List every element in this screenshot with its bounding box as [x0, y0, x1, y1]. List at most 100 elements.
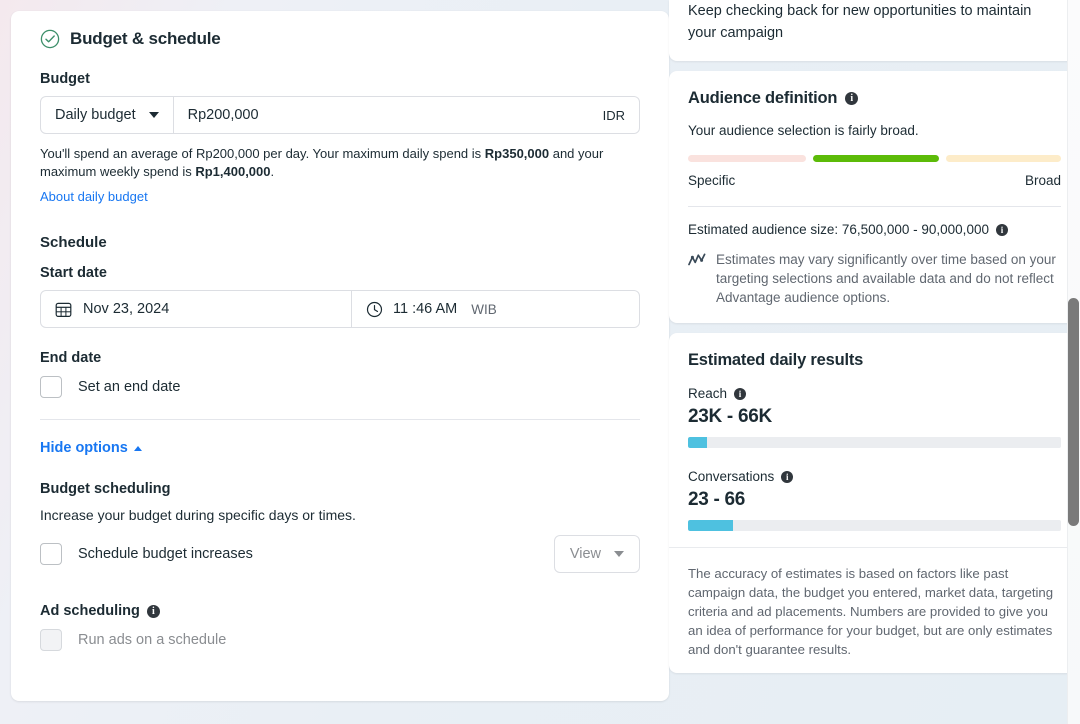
budget-label: Budget	[40, 71, 90, 87]
audience-definition-header: Audience definition i	[688, 89, 1061, 108]
run-ads-schedule-label: Run ads on a schedule	[78, 632, 227, 648]
set-end-date-label: Set an end date	[78, 379, 181, 395]
set-end-date-checkbox[interactable]	[40, 376, 62, 398]
start-time-field[interactable]: 11 :46 AM WIB	[352, 291, 639, 327]
audience-description: Your audience selection is fairly broad.	[688, 123, 919, 138]
audience-divider	[688, 206, 1061, 207]
section-divider	[40, 419, 640, 420]
budget-type-value: Daily budget	[55, 107, 136, 123]
info-icon[interactable]: i	[734, 387, 747, 400]
run-ads-schedule-checkbox	[40, 629, 62, 651]
chevron-down-icon	[614, 551, 624, 557]
metric-conversations-label-row: Conversations i	[688, 469, 1061, 484]
hide-options-toggle[interactable]: Hide options	[40, 440, 142, 456]
budget-amount-field[interactable]: Rp200,000 IDR	[174, 97, 639, 133]
timezone-label: WIB	[471, 301, 497, 317]
daily-results-title: Estimated daily results	[688, 351, 864, 369]
helper-max-daily: Rp350,000	[484, 146, 550, 161]
schedule-heading: Schedule	[40, 234, 107, 251]
schedule-budget-increases-row[interactable]: Schedule budget increases	[40, 543, 253, 565]
campaign-note-text: Keep checking back for new opportunities…	[688, 3, 1032, 41]
budget-scheduling-heading: Budget scheduling	[40, 481, 171, 497]
meter-label-specific: Specific	[688, 173, 736, 188]
end-date-label: End date	[40, 350, 102, 366]
audience-size-row: Estimated audience size: 76,500,000 - 90…	[688, 222, 1061, 237]
right-column: Keep checking back for new opportunities…	[669, 0, 1080, 673]
budget-schedule-card: Budget & schedule Budget Daily budget Rp…	[11, 11, 669, 701]
info-icon[interactable]: i	[781, 470, 794, 483]
currency-label: IDR	[602, 107, 625, 123]
estimate-note-row: Estimates may vary significantly over ti…	[688, 250, 1061, 307]
page-scrollbar-track[interactable]	[1067, 0, 1080, 724]
estimate-note-text: Estimates may vary significantly over ti…	[716, 252, 1056, 305]
metric-reach-label-row: Reach i	[688, 386, 1061, 401]
chevron-down-icon	[148, 112, 159, 118]
start-time-value: 11 :46 AM	[393, 301, 458, 317]
audience-definition-card: Audience definition i Your audience sele…	[669, 71, 1080, 323]
audience-meter	[688, 155, 1061, 162]
start-date-field[interactable]: Nov 23, 2024	[41, 291, 352, 327]
schedule-budget-increases-checkbox[interactable]	[40, 543, 62, 565]
schedule-section: Schedule Start date Nov 23, 2024 11:46 …	[40, 234, 640, 398]
check-circle-icon	[40, 29, 60, 49]
set-end-date-row[interactable]: Set an end date	[40, 376, 640, 398]
info-icon[interactable]: i	[995, 223, 1008, 236]
audience-size-text: Estimated audience size: 76,500,000 - 90…	[688, 222, 989, 237]
budget-amount-value: Rp200,000	[187, 107, 259, 123]
ad-scheduling-section: Ad scheduling i Run ads on a schedule	[40, 603, 640, 651]
budget-scheduling-row: Schedule budget increases View	[40, 535, 640, 573]
budget-scheduling-description: Increase your budget during specific day…	[40, 507, 356, 523]
audience-meter-labels: Specific Broad	[688, 173, 1061, 188]
helper-prefix: You'll spend an average of Rp200,000 per…	[40, 146, 485, 161]
budget-input-group: Daily budget Rp200,000 IDR	[40, 96, 640, 134]
estimated-daily-results-card: Estimated daily results Reach i 23K - 66…	[669, 333, 1080, 673]
clock-icon	[366, 301, 383, 317]
audience-definition-title: Audience definition	[688, 89, 838, 107]
view-button[interactable]: View	[553, 535, 640, 573]
ad-scheduling-heading: Ad scheduling	[40, 603, 140, 619]
page-scrollbar-thumb[interactable]	[1068, 298, 1079, 526]
budget-type-select[interactable]: Daily budget	[41, 97, 174, 133]
schedule-budget-increases-label: Schedule budget increases	[78, 546, 253, 562]
run-ads-schedule-row: Run ads on a schedule	[40, 629, 640, 651]
helper-suffix: .	[270, 164, 275, 179]
meter-segment-specific	[688, 155, 807, 162]
metric-conversations-fill	[688, 520, 733, 531]
metric-conversations-value: 23 - 66	[688, 489, 746, 510]
metric-reach-label: Reach	[688, 386, 728, 401]
metric-conversations-label: Conversations	[688, 469, 775, 484]
metric-reach-value: 23K - 66K	[688, 406, 772, 427]
calendar-icon	[55, 302, 72, 317]
meter-segment-active	[813, 155, 940, 162]
campaign-note-card: Keep checking back for new opportunities…	[669, 0, 1080, 61]
info-icon[interactable]: i	[845, 92, 859, 105]
accuracy-text: The accuracy of estimates is based on fa…	[688, 566, 1054, 657]
metric-conversations: Conversations i 23 - 66	[688, 469, 1061, 531]
metric-reach-fill	[688, 437, 707, 448]
left-column: Budget & schedule Budget Daily budget Rp…	[0, 0, 669, 701]
ad-scheduling-header: Ad scheduling i	[40, 603, 640, 619]
budget-scheduling-section: Budget scheduling Increase your budget d…	[40, 481, 640, 573]
page-title: Budget & schedule	[70, 29, 221, 48]
meter-segment-broad	[946, 155, 1061, 162]
view-button-label: View	[569, 546, 601, 562]
hide-options-label: Hide options	[40, 440, 128, 456]
start-date-value: Nov 23, 2024	[83, 301, 170, 317]
start-date-group: Nov 23, 2024 11 :46 AM WIB	[40, 290, 640, 328]
trend-chart-icon	[688, 253, 706, 266]
page-root: Budget & schedule Budget Daily budget Rp…	[0, 0, 1080, 724]
start-date-label: Start date	[40, 265, 107, 281]
info-icon[interactable]: i	[146, 604, 160, 618]
metric-conversations-bar	[688, 520, 1061, 531]
chevron-up-icon	[133, 445, 142, 451]
end-date-section: End date Set an end date	[40, 350, 640, 398]
about-daily-budget-link[interactable]: About daily budget	[40, 189, 148, 204]
daily-results-body: Estimated daily results Reach i 23K - 66…	[669, 333, 1080, 547]
meter-label-broad: Broad	[1024, 173, 1061, 188]
metric-reach-bar	[688, 437, 1061, 448]
helper-max-weekly: Rp1,400,000	[195, 164, 271, 179]
card-header: Budget & schedule	[40, 29, 640, 49]
accuracy-disclaimer: The accuracy of estimates is based on fa…	[669, 547, 1080, 673]
metric-reach: Reach i 23K - 66K	[688, 386, 1061, 448]
budget-helper-text: You'll spend an average of Rp200,000 per…	[40, 145, 640, 181]
